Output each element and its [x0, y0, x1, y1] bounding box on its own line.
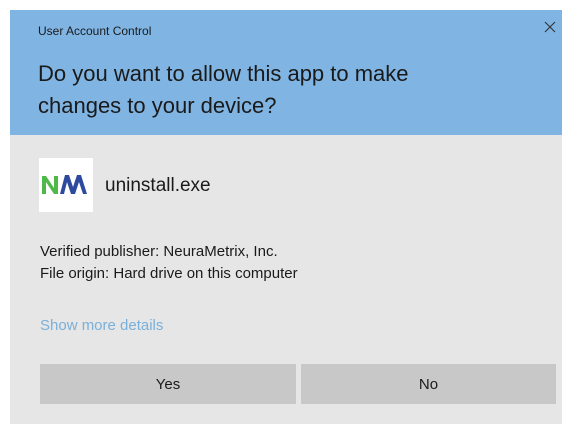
- app-info: uninstall.exe: [39, 158, 519, 214]
- close-button[interactable]: [540, 16, 562, 38]
- show-more-details-link[interactable]: Show more details: [40, 317, 163, 334]
- file-origin: File origin: Hard drive on this computer: [40, 265, 298, 282]
- dialog-header: User Account Control Do you want to allo…: [10, 10, 562, 135]
- app-name: uninstall.exe: [105, 175, 211, 196]
- prompt-question: Do you want to allow this app to make ch…: [38, 58, 538, 122]
- close-icon: [544, 21, 556, 33]
- neurametrix-logo-icon: [39, 158, 93, 212]
- uac-dialog: User Account Control Do you want to allo…: [10, 10, 562, 424]
- verified-publisher: Verified publisher: NeuraMetrix, Inc.: [40, 243, 278, 260]
- prompt-line-1: Do you want to allow this app to make: [38, 61, 409, 86]
- prompt-line-2: changes to your device?: [38, 93, 277, 118]
- yes-button[interactable]: Yes: [40, 364, 296, 404]
- window-title: User Account Control: [38, 24, 152, 38]
- no-button[interactable]: No: [301, 364, 556, 404]
